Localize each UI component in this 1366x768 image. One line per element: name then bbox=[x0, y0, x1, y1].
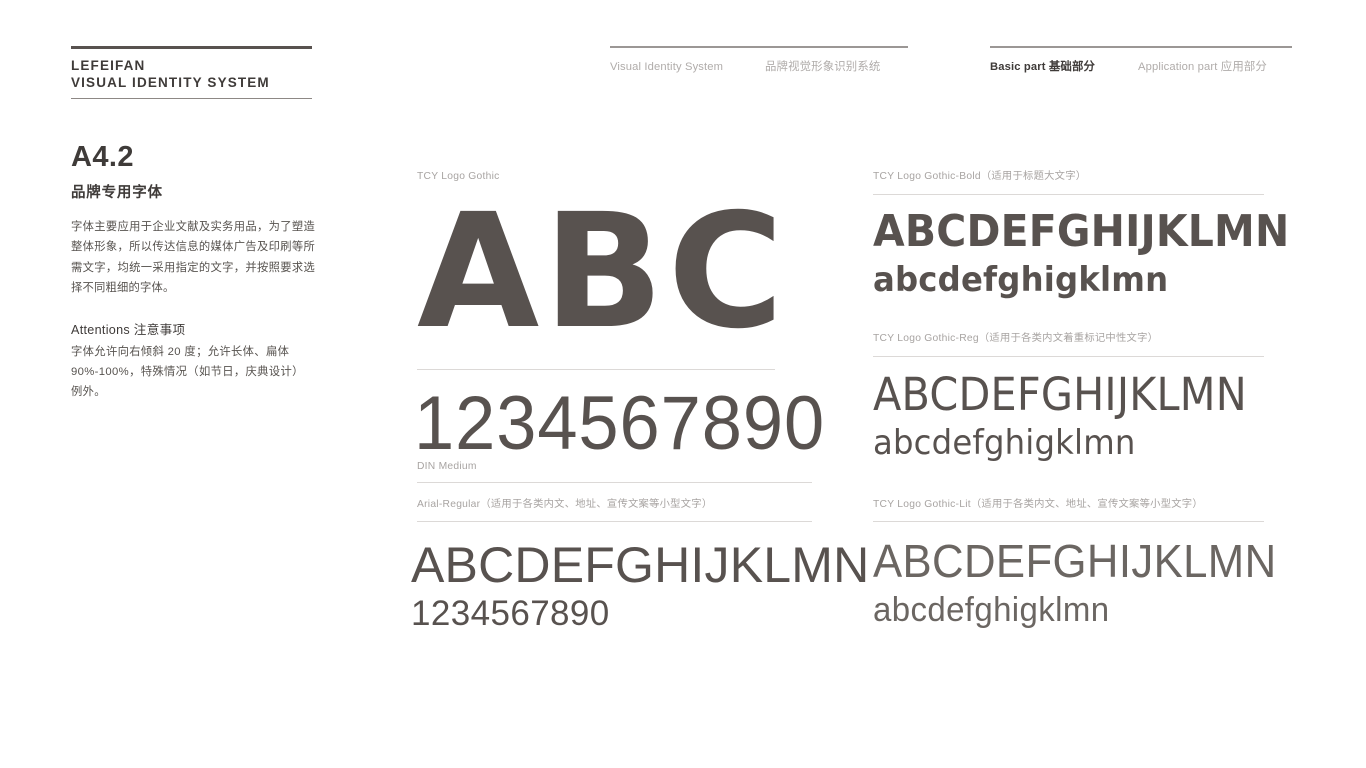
nav-item-basic-part[interactable]: Basic part 基础部分 bbox=[990, 60, 1138, 75]
nav-group-parts: Basic part 基础部分 Application part 应用部分 bbox=[990, 46, 1292, 75]
specimen-sample-tcy-bold: ABCDEFGHIJKLMN abcdefghigklmn bbox=[873, 206, 1290, 302]
sample-reg-upper-text: ABCDEFGHIJKLMN bbox=[873, 368, 1247, 421]
sample-lit-lower-text: abcdefghigklmn bbox=[873, 591, 1110, 629]
specimen-sample-tcy-reg: ABCDEFGHIJKLMN abcdefghigklmn bbox=[873, 368, 1264, 465]
nav-label-basic-cn: 基础部分 bbox=[1048, 60, 1096, 73]
specimen-rule-abc bbox=[417, 369, 775, 370]
nav-label-application-en: Application part bbox=[1138, 60, 1218, 73]
specimen-label-arial-regular: Arial-Regular（适用于各类内文、地址、宣传文案等小型文字） bbox=[417, 498, 812, 512]
section-code: A4.2 bbox=[71, 141, 134, 173]
section-description: 字体主要应用于企业文献及实务用品，为了塑造整体形象，所以传达信息的媒体广告及印刷… bbox=[71, 221, 315, 295]
specimen-label-text: TCY Logo Gothic-Lit（适用于各类内文、地址、宣传文案等小型文字… bbox=[873, 499, 1203, 510]
specimen-rule-tcy-bold bbox=[873, 194, 1264, 195]
brand-names: LEFEIFAN VISUAL IDENTITY SYSTEM bbox=[71, 49, 312, 98]
sample-bold-upper-text: ABCDEFGHIJKLMN bbox=[873, 206, 1290, 257]
specimen-label-tcy-reg: TCY Logo Gothic-Reg（适用于各类内文着重标记中性文字） bbox=[873, 332, 1264, 346]
brand-rule-bottom bbox=[71, 98, 312, 99]
brand-title-block: LEFEIFAN VISUAL IDENTITY SYSTEM bbox=[71, 46, 312, 99]
rule-under-abc bbox=[417, 369, 775, 370]
specimen-label-din-medium: DIN Medium bbox=[417, 460, 812, 474]
specimen-rule-din bbox=[417, 482, 812, 483]
sample-lit-upper-text: ABCDEFGHIJKLMN bbox=[873, 535, 1277, 587]
specimen-label-text: DIN Medium bbox=[417, 461, 477, 472]
sample-arial-digits-text: 1234567890 bbox=[411, 594, 610, 633]
sample-reg-lower-text: abcdefghigklmn bbox=[873, 423, 1136, 463]
attentions-heading: Attentions 注意事项 bbox=[71, 322, 186, 337]
rule-under-din bbox=[417, 482, 812, 483]
specimen-sample-din-digits: 1234567890 bbox=[414, 381, 826, 466]
sample-abc-text: ABC bbox=[417, 180, 788, 364]
section-title: 品牌专用字体 bbox=[71, 185, 163, 201]
specimen-rule-arial bbox=[417, 521, 812, 522]
sample-bold-lower-text: abcdefghigklmn bbox=[873, 260, 1169, 300]
nav-label-basic-en: Basic part bbox=[990, 60, 1046, 73]
brand-name: LEFEIFAN bbox=[71, 58, 146, 73]
rule-under-arial bbox=[417, 521, 812, 522]
nav-item-application-part[interactable]: Application part 应用部分 bbox=[1138, 60, 1267, 75]
specimen-label-text: TCY Logo Gothic-Reg（适用于各类内文着重标记中性文字） bbox=[873, 333, 1159, 344]
nav-label-vis-cn: 品牌视觉形象识别系统 bbox=[765, 60, 881, 73]
nav-group-system: Visual Identity System 品牌视觉形象识别系统 bbox=[610, 46, 908, 75]
sample-arial-upper-text: ABCDEFGHIJKLMN bbox=[411, 537, 870, 593]
nav-label-application-cn: 应用部分 bbox=[1220, 60, 1267, 73]
brand-subtitle: VISUAL IDENTITY SYSTEM bbox=[71, 74, 270, 90]
specimen-label-text: Arial-Regular（适用于各类内文、地址、宣传文案等小型文字） bbox=[417, 499, 713, 510]
rule-under-tcy-lit bbox=[873, 521, 1264, 522]
specimen-sample-abc: ABC bbox=[417, 180, 788, 364]
rule-under-tcy-reg bbox=[873, 356, 1264, 357]
specimen-label-tcy-bold: TCY Logo Gothic-Bold（适用于标题大文字） bbox=[873, 170, 1264, 184]
specimen-sample-tcy-lit: ABCDEFGHIJKLMN abcdefghigklmn bbox=[873, 534, 1277, 632]
specimen-rule-tcy-lit bbox=[873, 521, 1264, 522]
nav-item-visual-identity-system[interactable]: Visual Identity System bbox=[610, 60, 765, 75]
nav-item-visual-identity-system-cn[interactable]: 品牌视觉形象识别系统 bbox=[765, 60, 880, 75]
rule-under-tcy-bold bbox=[873, 194, 1264, 195]
nav-items-right: Basic part 基础部分 Application part 应用部分 bbox=[990, 48, 1292, 75]
nav-label-vis-en: Visual Identity System bbox=[610, 60, 724, 73]
specimen-label-text: TCY Logo Gothic-Bold（适用于标题大文字） bbox=[873, 171, 1087, 182]
nav-items-left: Visual Identity System 品牌视觉形象识别系统 bbox=[610, 48, 908, 75]
specimen-rule-tcy-reg bbox=[873, 356, 1264, 357]
specimen-sample-arial: ABCDEFGHIJKLMN 1234567890 bbox=[411, 537, 870, 635]
sample-din-digits-text: 1234567890 bbox=[414, 381, 826, 466]
attentions-body: 字体允许向右倾斜 20 度；允许长体、扁体 90%-100%，特殊情况（如节日，… bbox=[71, 345, 304, 399]
specimen-label-tcy-lit: TCY Logo Gothic-Lit（适用于各类内文、地址、宣传文案等小型文字… bbox=[873, 498, 1264, 512]
section-sidebar: A4.2 品牌专用字体 字体主要应用于企业文献及实务用品，为了塑造整体形象，所以… bbox=[71, 140, 315, 403]
